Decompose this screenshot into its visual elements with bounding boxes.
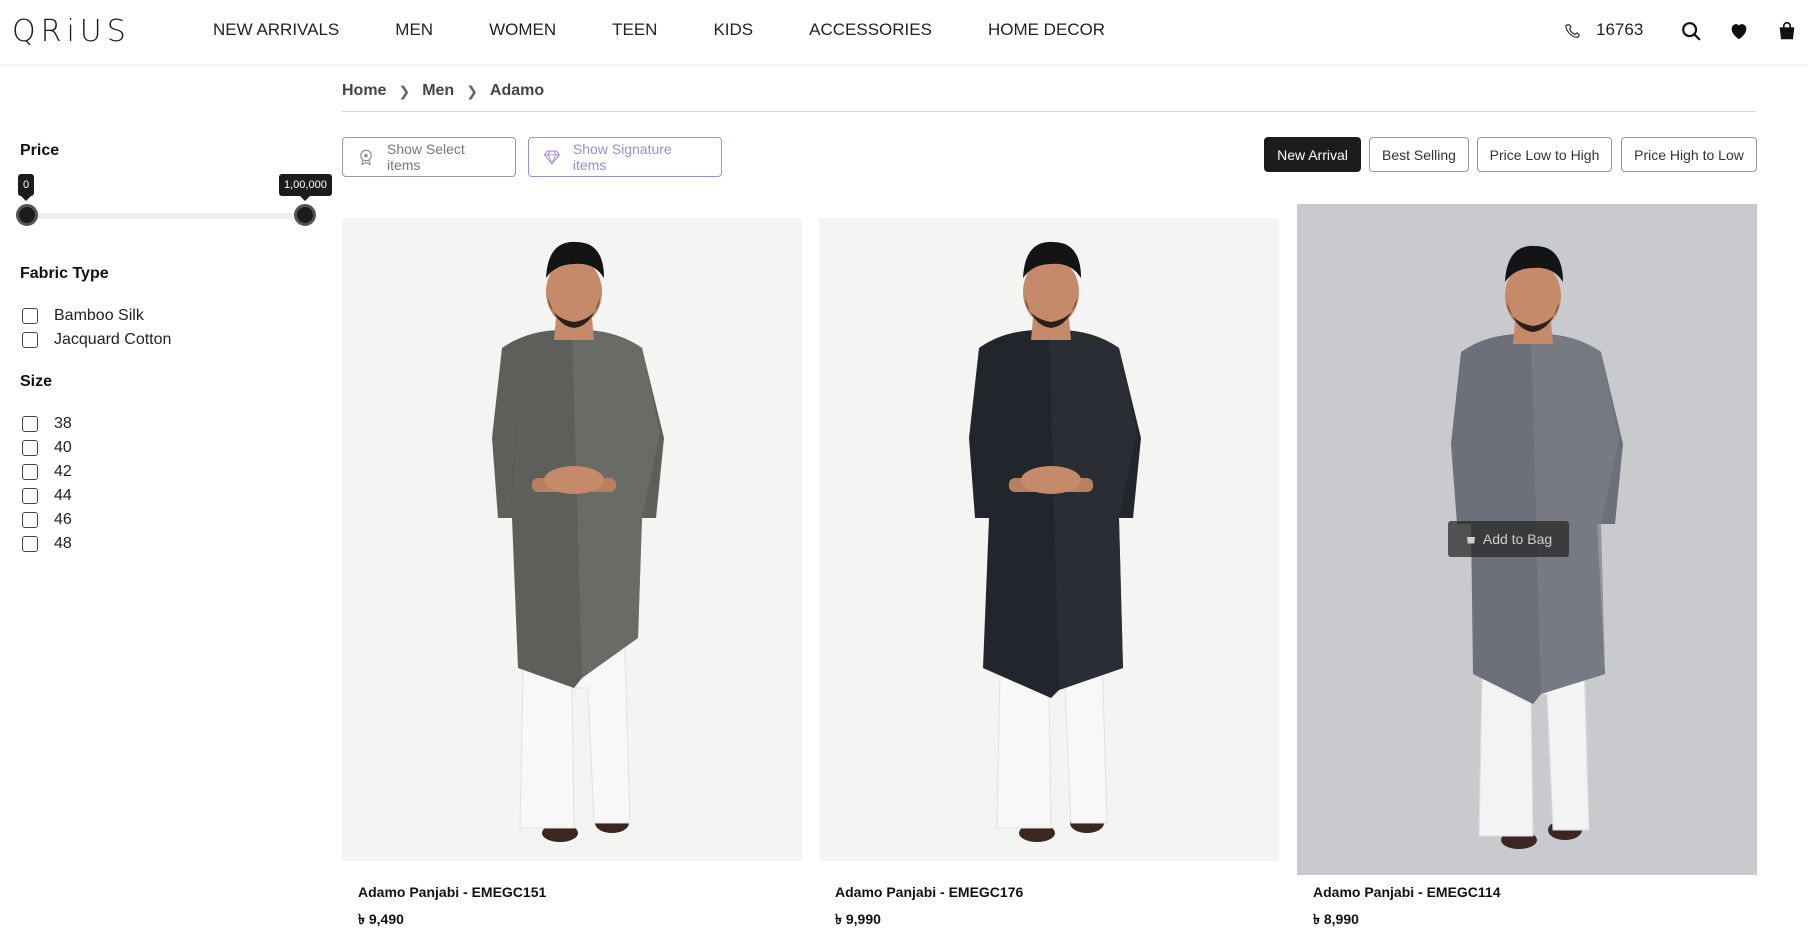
price-filter-title: Price <box>20 142 60 159</box>
checkbox[interactable] <box>22 416 38 432</box>
breadcrumb-men[interactable]: Men <box>422 82 454 100</box>
size-option-label: 38 <box>54 415 72 432</box>
add-to-bag-button[interactable]: Add to Bag <box>1448 521 1569 557</box>
size-option-38[interactable]: 38 <box>22 415 72 433</box>
price-min-tooltip: 0 <box>18 174 35 201</box>
model-photo <box>969 241 1141 842</box>
nav-new-arrivals[interactable]: NEW ARRIVALS <box>213 20 339 44</box>
fabric-option-label: Bamboo Silk <box>54 307 144 324</box>
product-image[interactable] <box>342 218 802 861</box>
size-option-label: 40 <box>54 439 72 456</box>
main-nav: NEW ARRIVALS MEN WOMEN TEEN KIDS ACCESSO… <box>213 20 1161 44</box>
sort-new-arrival-button[interactable]: New Arrival <box>1264 137 1361 172</box>
add-to-bag-label: Add to Bag <box>1482 531 1553 547</box>
sort-price-high-low-button[interactable]: Price High to Low <box>1621 137 1757 172</box>
size-option-label: 42 <box>54 463 72 480</box>
nav-home-decor[interactable]: HOME DECOR <box>988 20 1105 44</box>
price-slider-track[interactable] <box>28 213 306 219</box>
checkbox[interactable] <box>22 308 38 324</box>
fabric-option-jacquard-cotton[interactable]: Jacquard Cotton <box>22 331 171 349</box>
checkbox[interactable] <box>22 332 38 348</box>
award-icon <box>360 149 372 166</box>
bag-icon[interactable] <box>1776 20 1798 42</box>
breadcrumb-home[interactable]: Home <box>342 82 386 100</box>
product-title[interactable]: Adamo Panjabi - EMEGC176 <box>835 884 1023 900</box>
breadcrumb-divider <box>342 111 1756 112</box>
checkbox[interactable] <box>22 440 38 456</box>
brand-logo[interactable]: QRiUS <box>12 14 131 49</box>
fabric-option-label: Jacquard Cotton <box>54 331 172 348</box>
checkbox[interactable] <box>22 536 38 552</box>
search-icon[interactable] <box>1680 20 1702 42</box>
size-option-40[interactable]: 40 <box>22 439 72 457</box>
fabric-filter-title: Fabric Type <box>20 265 109 282</box>
show-select-items-label: Show Select items <box>386 141 465 173</box>
price-max-handle[interactable] <box>294 204 316 226</box>
sort-price-low-high-button[interactable]: Price Low to High <box>1477 137 1612 172</box>
show-signature-items-button[interactable]: Show Signature items <box>528 137 722 177</box>
show-signature-items-label: Show Signature items <box>572 141 672 173</box>
nav-accessories[interactable]: ACCESSORIES <box>809 20 932 44</box>
size-option-label: 46 <box>54 511 72 528</box>
hotline-number[interactable]: 16763 <box>1596 20 1643 40</box>
bag-icon <box>1466 537 1475 544</box>
nav-kids[interactable]: KIDS <box>713 20 753 44</box>
phone-icon <box>1565 24 1580 38</box>
product-image[interactable] <box>819 218 1279 861</box>
size-option-label: 44 <box>54 487 72 504</box>
product-title[interactable]: Adamo Panjabi - EMEGC114 <box>1313 884 1501 900</box>
chevron-right-icon: ❯ <box>398 82 411 99</box>
breadcrumb-adamo: Adamo <box>489 82 545 99</box>
model-photo <box>492 241 664 842</box>
size-option-label: 48 <box>54 535 72 552</box>
breadcrumb: Home ❯ Men ❯ Adamo <box>342 82 544 100</box>
heart-icon[interactable] <box>1728 20 1750 42</box>
checkbox[interactable] <box>22 512 38 528</box>
size-option-48[interactable]: 48 <box>22 535 72 553</box>
size-filter-title: Size <box>20 373 53 390</box>
nav-men[interactable]: MEN <box>395 20 433 44</box>
product-title[interactable]: Adamo Panjabi - EMEGC151 <box>358 884 546 900</box>
price-max-tooltip: 1,00,000 <box>279 174 332 201</box>
size-option-42[interactable]: 42 <box>22 463 72 481</box>
checkbox[interactable] <box>22 464 38 480</box>
site-header: QRiUS NEW ARRIVALS MEN WOMEN TEEN KIDS A… <box>0 0 1808 64</box>
size-option-46[interactable]: 46 <box>22 511 72 529</box>
diamond-icon <box>543 150 560 165</box>
sort-best-selling-button[interactable]: Best Selling <box>1369 137 1469 172</box>
nav-teen[interactable]: TEEN <box>612 20 657 44</box>
fabric-option-bamboo-silk[interactable]: Bamboo Silk <box>22 307 144 325</box>
checkbox[interactable] <box>22 488 38 504</box>
show-select-items-button[interactable]: Show Select items <box>342 137 516 177</box>
chevron-right-icon: ❯ <box>466 82 478 99</box>
price-min-handle[interactable] <box>16 204 38 226</box>
nav-women[interactable]: WOMEN <box>489 20 556 44</box>
size-option-44[interactable]: 44 <box>22 487 72 505</box>
